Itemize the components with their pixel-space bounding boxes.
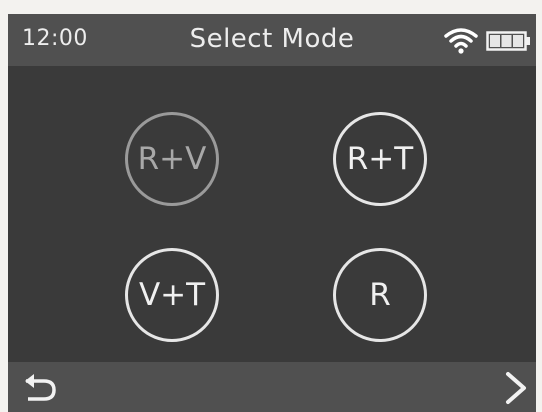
status-bar: 12:00 Select Mode (8, 14, 536, 66)
chevron-right-icon[interactable] (502, 370, 530, 406)
mode-r-button[interactable]: R (333, 248, 427, 342)
battery-icon (486, 31, 530, 51)
back-arrow-icon[interactable] (20, 370, 60, 406)
device-screen: 12:00 Select Mode R+V R+T V+T R (8, 14, 536, 412)
wifi-icon (444, 28, 478, 54)
bottom-nav-bar (8, 362, 536, 412)
mode-vt-button[interactable]: V+T (125, 248, 219, 342)
mode-rv-button[interactable]: R+V (125, 112, 219, 206)
mode-rt-button[interactable]: R+T (333, 112, 427, 206)
